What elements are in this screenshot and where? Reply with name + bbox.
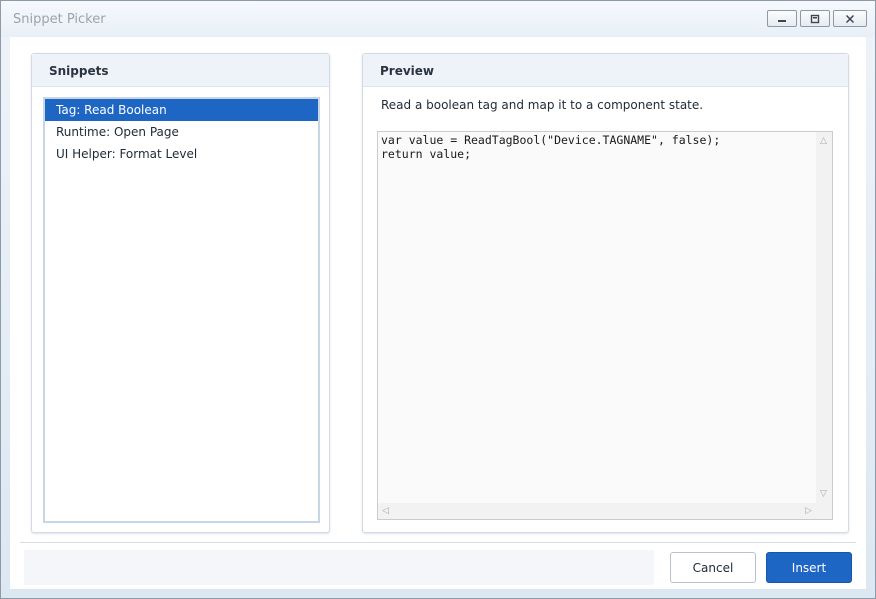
close-icon — [845, 14, 855, 23]
list-item-tag-read-boolean[interactable]: Tag: Read Boolean — [45, 99, 318, 121]
snippets-panel-title: Snippets — [49, 64, 109, 78]
scroll-up-icon[interactable]: △ — [820, 136, 827, 146]
close-button[interactable] — [833, 10, 867, 27]
snippet-description: Read a boolean tag and map it to a compo… — [381, 98, 704, 112]
minimize-button[interactable] — [767, 10, 797, 27]
insert-button[interactable]: Insert — [766, 552, 852, 583]
horizontal-scrollbar[interactable]: ◁ ▷ — [378, 503, 816, 519]
snippet-picker-window: Snippet Picker Snippets Tag: Read Boolea… — [0, 0, 876, 599]
maximize-button[interactable] — [800, 10, 830, 27]
list-item-ui-helper-format-level[interactable]: UI Helper: Format Level — [45, 143, 318, 165]
list-item-runtime-open-page[interactable]: Runtime: Open Page — [45, 121, 318, 143]
scroll-down-icon[interactable]: ▽ — [820, 489, 827, 499]
scrollbar-corner — [816, 503, 832, 519]
preview-panel: Preview Read a boolean tag and map it to… — [362, 53, 849, 533]
preview-panel-title: Preview — [380, 64, 435, 78]
minimize-icon — [778, 19, 786, 22]
snippets-list[interactable]: Tag: Read Boolean Runtime: Open Page UI … — [43, 97, 320, 523]
scroll-left-icon[interactable]: ◁ — [382, 506, 389, 516]
scroll-right-icon[interactable]: ▷ — [805, 506, 812, 516]
vertical-scrollbar[interactable]: △ ▽ — [816, 132, 832, 503]
footer-divider — [20, 542, 856, 543]
snippets-panel: Snippets Tag: Read Boolean Runtime: Open… — [31, 53, 330, 533]
code-preview[interactable]: var value = ReadTagBool("Device.TAGNAME"… — [377, 131, 833, 520]
title-bar[interactable]: Snippet Picker — [1, 1, 875, 37]
maximize-icon — [810, 14, 820, 23]
status-area — [24, 550, 654, 585]
dialog-body: Snippets Tag: Read Boolean Runtime: Open… — [10, 37, 866, 589]
snippets-panel-header: Snippets — [32, 54, 329, 87]
preview-panel-header: Preview — [363, 54, 848, 87]
code-text[interactable]: var value = ReadTagBool("Device.TAGNAME"… — [381, 133, 720, 161]
window-title: Snippet Picker — [13, 12, 106, 27]
cancel-button[interactable]: Cancel — [670, 552, 756, 583]
